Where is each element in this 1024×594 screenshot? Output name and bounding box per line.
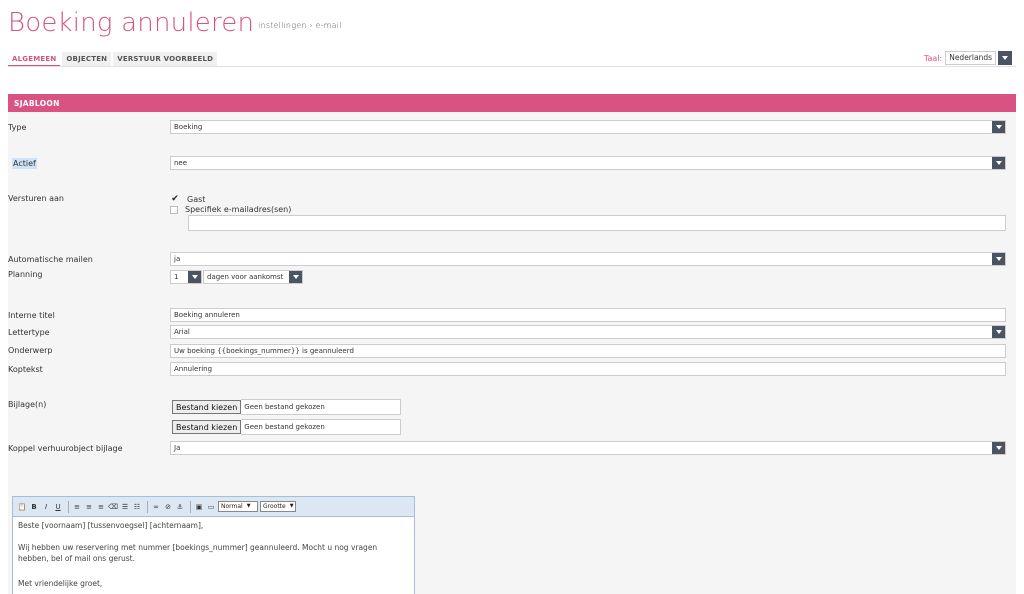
subject-label: Onderwerp	[8, 346, 53, 355]
language-label: Taal:	[923, 53, 943, 63]
bold-icon[interactable]: B	[29, 502, 39, 512]
panel-title: SJABLOON	[8, 94, 1016, 112]
chevron-down-icon[interactable]	[998, 51, 1012, 65]
language-select[interactable]: Nederlands	[945, 51, 996, 65]
guest-label: Gast	[187, 194, 206, 204]
tab-verstuur-voorbeeld[interactable]: VERSTUUR VOORBEELD	[113, 52, 218, 67]
page-title: Boeking annuleren instellingen › e-mail	[8, 8, 342, 38]
italic-icon[interactable]: I	[41, 502, 51, 512]
anchor-icon[interactable]: ⚓	[175, 502, 185, 512]
editor-line: Met vriendelijke groet,	[18, 579, 103, 588]
header-text-label: Koptekst	[8, 365, 43, 374]
active-value: nee	[174, 159, 188, 167]
link-object-value: Ja	[174, 444, 181, 452]
chevron-down-icon	[188, 271, 201, 283]
no-file-text: Geen bestand gekozen	[241, 419, 402, 435]
internal-title-input[interactable]: Boeking annuleren	[170, 308, 1006, 322]
specific-email-checkbox[interactable]: Specifiek e-mailadres(sen)	[170, 205, 291, 214]
paste-icon[interactable]: 📋	[17, 502, 27, 512]
planning-days-select[interactable]: 1	[170, 270, 202, 284]
image-icon[interactable]: ▣	[194, 502, 204, 512]
tab-objecten[interactable]: OBJECTEN	[62, 52, 112, 67]
language-selector: Taal: Nederlands	[924, 51, 1012, 65]
guest-checkbox[interactable]: ✔ Gast	[170, 194, 205, 204]
planning-when-value: dagen voor aankomst	[207, 273, 284, 281]
specific-email-label: Specifiek e-mailadres(sen)	[185, 205, 292, 214]
format-select[interactable]: Normal ▼	[218, 501, 258, 512]
subject-input[interactable]: Uw boeking {{boekings_nummer}} is geannu…	[170, 344, 1006, 358]
editor-toolbar: 📋 B I U ≡ ≡ ≡ ⌫ ☰ ☷ ∞ ⊘ ⚓ ▣ ▭ Normal ▼ Gr…	[13, 497, 414, 517]
toolbar-separator	[147, 500, 148, 513]
align-right-icon[interactable]: ≡	[96, 502, 106, 512]
planning-label: Planning	[8, 270, 43, 279]
no-file-text: Geen bestand gekozen	[241, 399, 402, 415]
link-object-select[interactable]: Ja	[170, 441, 1006, 455]
planning-days-value: 1	[174, 273, 179, 281]
align-left-icon[interactable]: ≡	[72, 502, 82, 512]
toolbar-separator	[68, 500, 69, 513]
checkmark-icon: ✔	[171, 194, 179, 204]
type-value: Boeking	[174, 123, 203, 131]
table-icon[interactable]: ▭	[206, 502, 216, 512]
planning-when-select[interactable]: dagen voor aankomst	[203, 270, 303, 284]
font-label: Lettertype	[8, 328, 50, 337]
editor-body[interactable]: Beste [voornaam] [tussenvoegsel] [achter…	[13, 517, 414, 594]
editor-line: Wij hebben uw reservering met nummer [bo…	[18, 543, 378, 563]
auto-mail-value: ja	[174, 255, 181, 263]
chevron-down-icon	[992, 442, 1005, 454]
chevron-down-icon	[992, 326, 1005, 338]
align-center-icon[interactable]: ≡	[84, 502, 94, 512]
divider	[8, 66, 1016, 67]
internal-title-label: Interne titel	[8, 311, 55, 320]
tab-algemeen[interactable]: ALGEMEEN	[8, 52, 61, 67]
underline-icon[interactable]: U	[53, 502, 63, 512]
active-select[interactable]: nee	[170, 156, 1006, 170]
chevron-down-icon	[992, 157, 1005, 169]
type-select[interactable]: Boeking	[170, 120, 1006, 134]
font-select[interactable]: Arial	[170, 325, 1006, 339]
active-label: Actief	[12, 158, 37, 169]
ordered-list-icon[interactable]: ☰	[120, 502, 130, 512]
attachment-2[interactable]: Bestand kiezen Geen bestand gekozen	[172, 419, 402, 435]
page-title-text: Boeking annuleren	[8, 8, 255, 38]
type-label: Type	[8, 123, 27, 132]
chevron-down-icon	[992, 253, 1005, 265]
attachments-label: Bijlage(n)	[8, 400, 47, 409]
toolbar-separator	[190, 500, 191, 513]
unordered-list-icon[interactable]: ☷	[132, 502, 142, 512]
tab-bar: ALGEMEEN OBJECTEN VERSTUUR VOORBEELD	[8, 52, 219, 67]
format-value: Normal	[221, 503, 243, 510]
chevron-down-icon: ▼	[289, 503, 294, 509]
choose-file-button[interactable]: Bestand kiezen	[172, 400, 242, 414]
link-icon[interactable]: ∞	[151, 502, 161, 512]
specific-email-input[interactable]	[188, 215, 1006, 231]
size-select[interactable]: Grootte ▼	[260, 501, 296, 512]
chevron-down-icon	[992, 121, 1005, 133]
breadcrumb: instellingen › e-mail	[258, 21, 342, 30]
eraser-icon[interactable]: ⌫	[108, 502, 118, 512]
font-value: Arial	[174, 328, 190, 336]
auto-mail-select[interactable]: ja	[170, 252, 1006, 266]
chevron-down-icon	[289, 271, 302, 283]
unlink-icon[interactable]: ⊘	[163, 502, 173, 512]
checkbox-empty-icon	[170, 205, 178, 214]
link-object-label: Koppel verhuurobject bijlage	[8, 444, 123, 453]
size-value: Grootte	[263, 503, 286, 510]
choose-file-button[interactable]: Bestand kiezen	[172, 420, 242, 434]
header-text-input[interactable]: Annulering	[170, 362, 1006, 376]
chevron-down-icon: ▼	[246, 503, 251, 509]
send-to-label: Versturen aan	[8, 194, 64, 203]
attachment-1[interactable]: Bestand kiezen Geen bestand gekozen	[172, 399, 402, 415]
rich-text-editor: 📋 B I U ≡ ≡ ≡ ⌫ ☰ ☷ ∞ ⊘ ⚓ ▣ ▭ Normal ▼ Gr…	[12, 496, 415, 594]
editor-line: Beste [voornaam] [tussenvoegsel] [achter…	[18, 521, 204, 530]
auto-mail-label: Automatische mailen	[8, 255, 93, 264]
